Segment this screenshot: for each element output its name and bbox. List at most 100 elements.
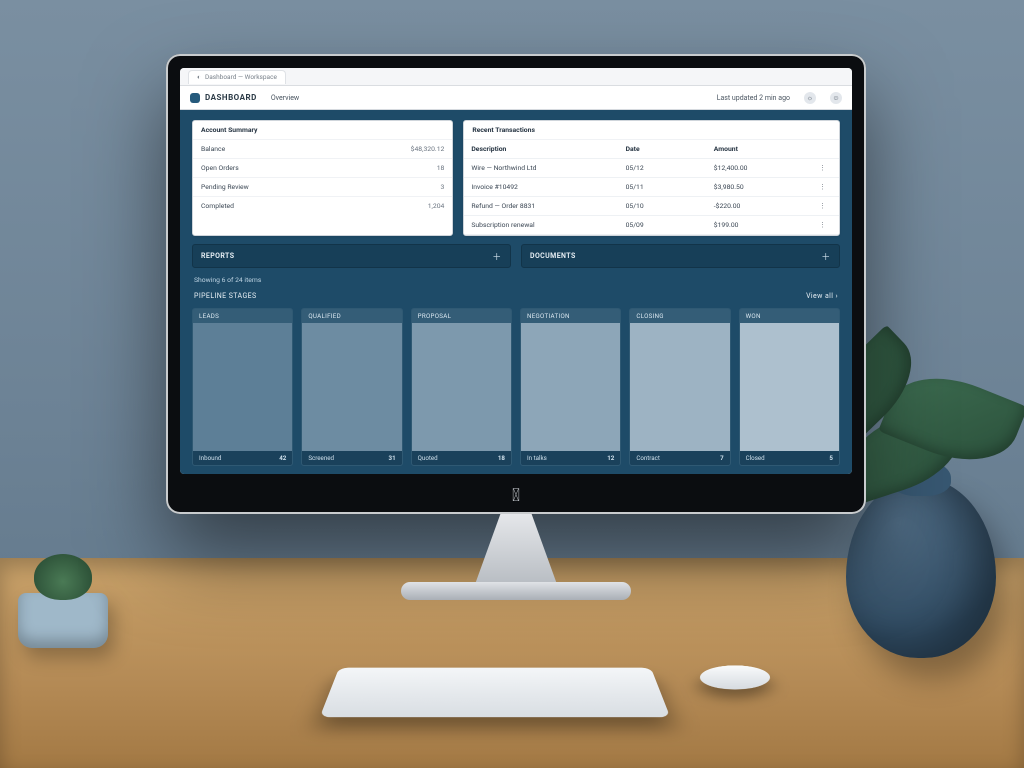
tile-footer: Screened 31 <box>302 451 401 465</box>
monitor-bezel: ◐ Dashboard — Workspace DASHBOARD Overvi… <box>166 54 866 514</box>
bell-icon[interactable]: ☼ <box>804 92 816 104</box>
cell: 05/12 <box>619 159 707 178</box>
cell: Subscription renewal <box>464 216 618 235</box>
globe-icon: ◐ <box>197 73 201 81</box>
summary-row-label: Balance <box>201 145 225 153</box>
nav-overview[interactable]: Overview <box>271 94 299 102</box>
row-menu-icon[interactable]: ⋮ <box>806 216 839 235</box>
summary-title: Account Summary <box>193 121 452 140</box>
tile-footer: Inbound 42 <box>193 451 292 465</box>
tile-name: In talks <box>527 454 547 462</box>
tile-count: 12 <box>607 454 614 462</box>
browser-chrome: ◐ Dashboard — Workspace <box>180 68 852 86</box>
summary-row-value: 3 <box>441 183 445 191</box>
plant-pot <box>18 593 108 648</box>
col-description: Description <box>464 140 618 159</box>
reports-label: REPORTS <box>201 252 234 260</box>
tile-body <box>302 323 401 451</box>
browser-tab[interactable]: ◐ Dashboard — Workspace <box>188 70 286 84</box>
col-date: Date <box>619 140 707 159</box>
brand[interactable]: DASHBOARD <box>190 93 257 103</box>
tile-count: 42 <box>279 454 286 462</box>
row-menu-icon[interactable]: ⋮ <box>806 197 839 216</box>
summary-row-label: Pending Review <box>201 183 249 191</box>
tiles-header-label: PIPELINE STAGES <box>194 292 257 300</box>
reports-banner[interactable]: REPORTS ＋ <box>192 244 511 268</box>
row-menu-icon[interactable]: ⋮ <box>806 159 839 178</box>
tile-count: 5 <box>829 454 833 462</box>
tiles-row: LEADS Inbound 42 QUALIFIED Screened 31 <box>192 308 840 466</box>
tile-body <box>521 323 620 451</box>
plus-icon[interactable]: ＋ <box>492 251 502 261</box>
pipeline-tile[interactable]: NEGOTIATION In talks 12 <box>520 308 621 466</box>
activity-card: Recent Transactions Description Date Amo… <box>463 120 840 236</box>
logo-icon <box>190 93 200 103</box>
col-amount: Amount <box>707 140 806 159</box>
pipeline-tile[interactable]: QUALIFIED Screened 31 <box>301 308 402 466</box>
tile-name: Closed <box>746 454 765 462</box>
view-all-link[interactable]: View all › <box>806 292 838 300</box>
screen: ◐ Dashboard — Workspace DASHBOARD Overvi… <box>180 68 852 474</box>
summary-row-value: 18 <box>437 164 445 172</box>
status-text: Last updated 2 min ago <box>717 94 790 102</box>
tile-body <box>740 323 839 451</box>
tile-footer: Contract 7 <box>630 451 729 465</box>
pipeline-tile[interactable]: PROPOSAL Quoted 18 <box>411 308 512 466</box>
subnote: Showing 6 of 24 items <box>192 276 840 284</box>
succulent <box>34 554 92 600</box>
user-avatar[interactable]: ☺ <box>830 92 842 104</box>
summary-row: Balance $48,320.12 <box>193 140 452 159</box>
summary-row-value: $48,320.12 <box>411 145 445 153</box>
banners-row: REPORTS ＋ DOCUMENTS ＋ <box>192 244 840 268</box>
pipeline-tile[interactable]: WON Closed 5 <box>739 308 840 466</box>
cell: Invoice #10492 <box>464 178 618 197</box>
app-header: DASHBOARD Overview Last updated 2 min ag… <box>180 86 852 110</box>
cell: Refund — Order 8831 <box>464 197 618 216</box>
tile-stage: LEADS <box>193 309 292 323</box>
summary-row-value: 1,204 <box>428 202 445 210</box>
vase <box>846 478 996 658</box>
summary-row-label: Completed <box>201 202 234 210</box>
row-menu-icon[interactable]: ⋮ <box>806 178 839 197</box>
pipeline-tile[interactable]: LEADS Inbound 42 <box>192 308 293 466</box>
tile-name: Quoted <box>418 454 438 462</box>
documents-label: DOCUMENTS <box>530 252 576 260</box>
tile-name: Contract <box>636 454 660 462</box>
tile-stage: NEGOTIATION <box>521 309 620 323</box>
scene-photo: ◐ Dashboard — Workspace DASHBOARD Overvi… <box>0 0 1024 768</box>
tile-name: Inbound <box>199 454 221 462</box>
tile-stage: WON <box>740 309 839 323</box>
summary-row: Completed 1,204 <box>193 197 452 215</box>
tile-name: Screened <box>308 454 334 462</box>
tile-count: 18 <box>498 454 505 462</box>
tile-stage: CLOSING <box>630 309 729 323</box>
tile-stage: QUALIFIED <box>302 309 401 323</box>
brand-text: DASHBOARD <box>205 93 257 102</box>
cell: $199.00 <box>707 216 806 235</box>
cell: Wire — Northwind Ltd <box>464 159 618 178</box>
cell: -$220.00 <box>707 197 806 216</box>
activity-title: Recent Transactions <box>464 121 839 140</box>
summary-row: Open Orders 18 <box>193 159 452 178</box>
workspace: Account Summary Balance $48,320.12 Open … <box>180 110 852 474</box>
tile-count: 31 <box>389 454 396 462</box>
tab-title: Dashboard — Workspace <box>205 73 277 81</box>
plus-icon[interactable]: ＋ <box>821 251 831 261</box>
tiles-header: PIPELINE STAGES View all › <box>192 292 840 300</box>
documents-banner[interactable]: DOCUMENTS ＋ <box>521 244 840 268</box>
cell: 05/10 <box>619 197 707 216</box>
tile-count: 7 <box>720 454 724 462</box>
keyboard <box>320 668 671 717</box>
tile-body <box>630 323 729 451</box>
pipeline-tile[interactable]: CLOSING Contract 7 <box>629 308 730 466</box>
tile-body <box>412 323 511 451</box>
activity-table: Description Date Amount Wire — Northwind… <box>464 140 839 235</box>
summary-row-label: Open Orders <box>201 164 239 172</box>
tile-footer: Quoted 18 <box>412 451 511 465</box>
tile-stage: PROPOSAL <box>412 309 511 323</box>
summary-card: Account Summary Balance $48,320.12 Open … <box>192 120 453 236</box>
monitor-foot <box>401 582 631 600</box>
cell: $3,980.50 <box>707 178 806 197</box>
tile-footer: In talks 12 <box>521 451 620 465</box>
cell: 05/09 <box>619 216 707 235</box>
